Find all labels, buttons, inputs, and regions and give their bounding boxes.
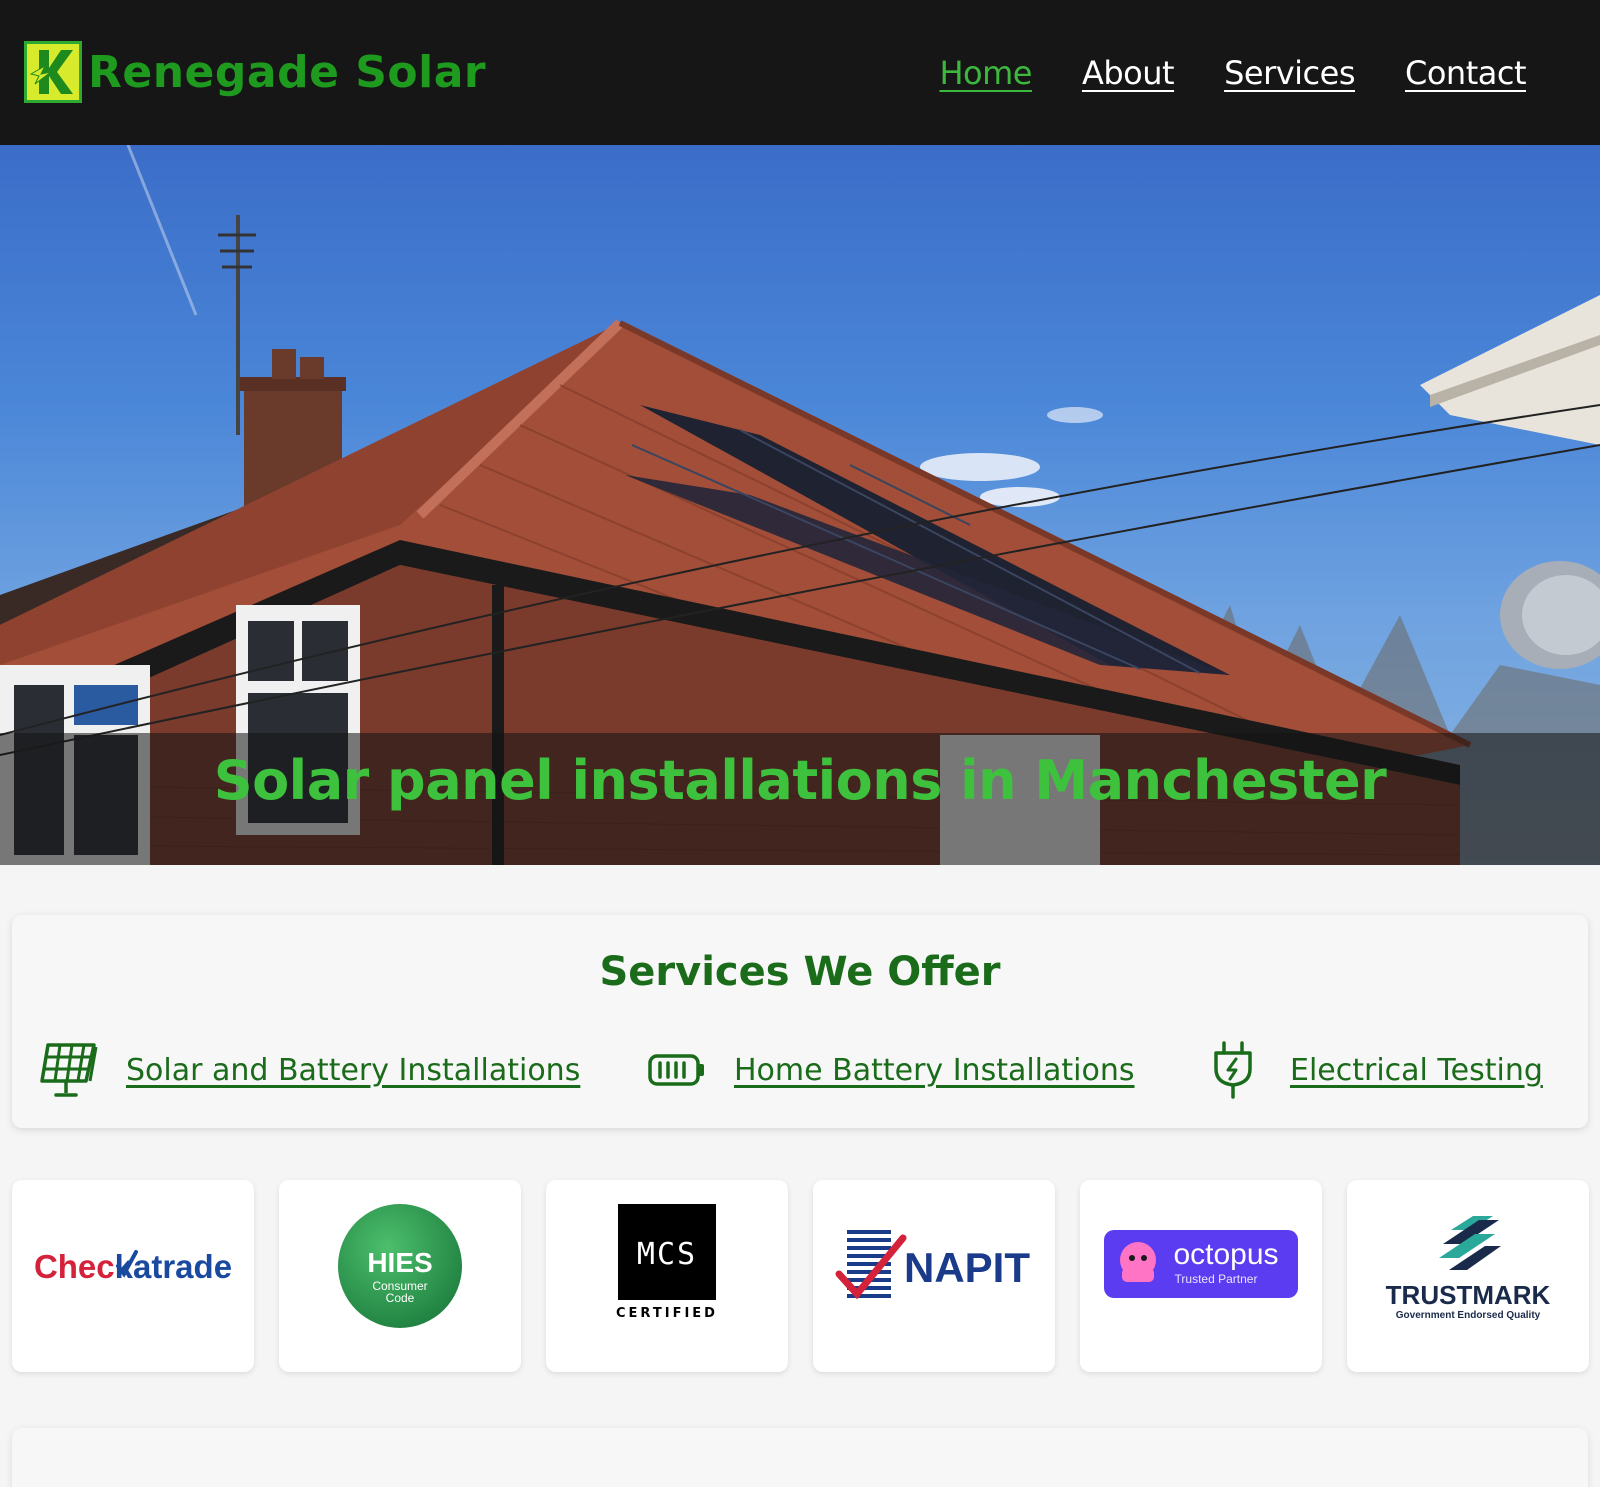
- service-electrical-testing-link[interactable]: Electrical Testing: [1202, 1039, 1543, 1101]
- hies-logo[interactable]: HIES Consumer Code: [279, 1180, 521, 1372]
- hero-title: Solar panel installations in Manchester: [213, 749, 1387, 812]
- hies-wordmark: HIES: [367, 1247, 432, 1278]
- napit-logo[interactable]: NAPIT: [813, 1180, 1055, 1372]
- main-nav: Home About Services Contact: [939, 54, 1526, 92]
- brand-name: Renegade Solar: [88, 46, 487, 98]
- service-label: Electrical Testing: [1290, 1052, 1543, 1088]
- services-heading: Services We Offer: [599, 949, 1001, 995]
- nav-home[interactable]: Home: [939, 54, 1032, 92]
- solar-panel-icon: [40, 1043, 98, 1097]
- brand-logo[interactable]: Renegade Solar: [24, 41, 486, 103]
- svg-text:Government Endorsed Quality: Government Endorsed Quality: [1396, 1310, 1541, 1321]
- octopus-logo[interactable]: octopus Trusted Partner: [1080, 1180, 1322, 1372]
- svg-text:NAPIT: NAPIT: [904, 1244, 1030, 1291]
- hero-banner: Solar panel installations in Manchester: [0, 145, 1600, 865]
- mcs-logo[interactable]: MCS CERTIFIED: [546, 1180, 788, 1372]
- nav-about[interactable]: About: [1082, 54, 1175, 92]
- trustmark-logo[interactable]: TRUSTMARK Government Endorsed Quality: [1347, 1180, 1589, 1372]
- svg-text:TRUSTMARK: TRUSTMARK: [1386, 1280, 1551, 1310]
- nav-services[interactable]: Services: [1224, 54, 1355, 92]
- service-label: Home Battery Installations: [734, 1052, 1135, 1088]
- battery-icon: [648, 1054, 704, 1086]
- svg-text:CERTIFIED: CERTIFIED: [616, 1306, 718, 1321]
- logo-mark-icon: [24, 41, 82, 103]
- svg-text:Code: Code: [386, 1291, 415, 1305]
- checkatrade-logo[interactable]: Checkatrade: [12, 1180, 254, 1372]
- service-label: Solar and Battery Installations: [126, 1052, 581, 1088]
- next-section-card: [12, 1428, 1588, 1487]
- site-header: Renegade Solar Home About Services Conta…: [0, 0, 1600, 145]
- service-home-battery-link[interactable]: Home Battery Installations: [646, 1039, 1135, 1101]
- services-card: Services We Offer Solar and Battery Inst…: [12, 915, 1588, 1128]
- svg-text:MCS: MCS: [637, 1237, 697, 1272]
- plug-icon: [1214, 1041, 1252, 1099]
- accreditation-logos: Checkatrade HIES Consumer Code MCS CERTI…: [12, 1180, 1589, 1372]
- service-solar-battery-link[interactable]: Solar and Battery Installations: [38, 1039, 580, 1101]
- nav-contact[interactable]: Contact: [1405, 54, 1527, 92]
- svg-text:octopus: octopus: [1173, 1238, 1278, 1271]
- svg-text:Trusted Partner: Trusted Partner: [1175, 1272, 1258, 1286]
